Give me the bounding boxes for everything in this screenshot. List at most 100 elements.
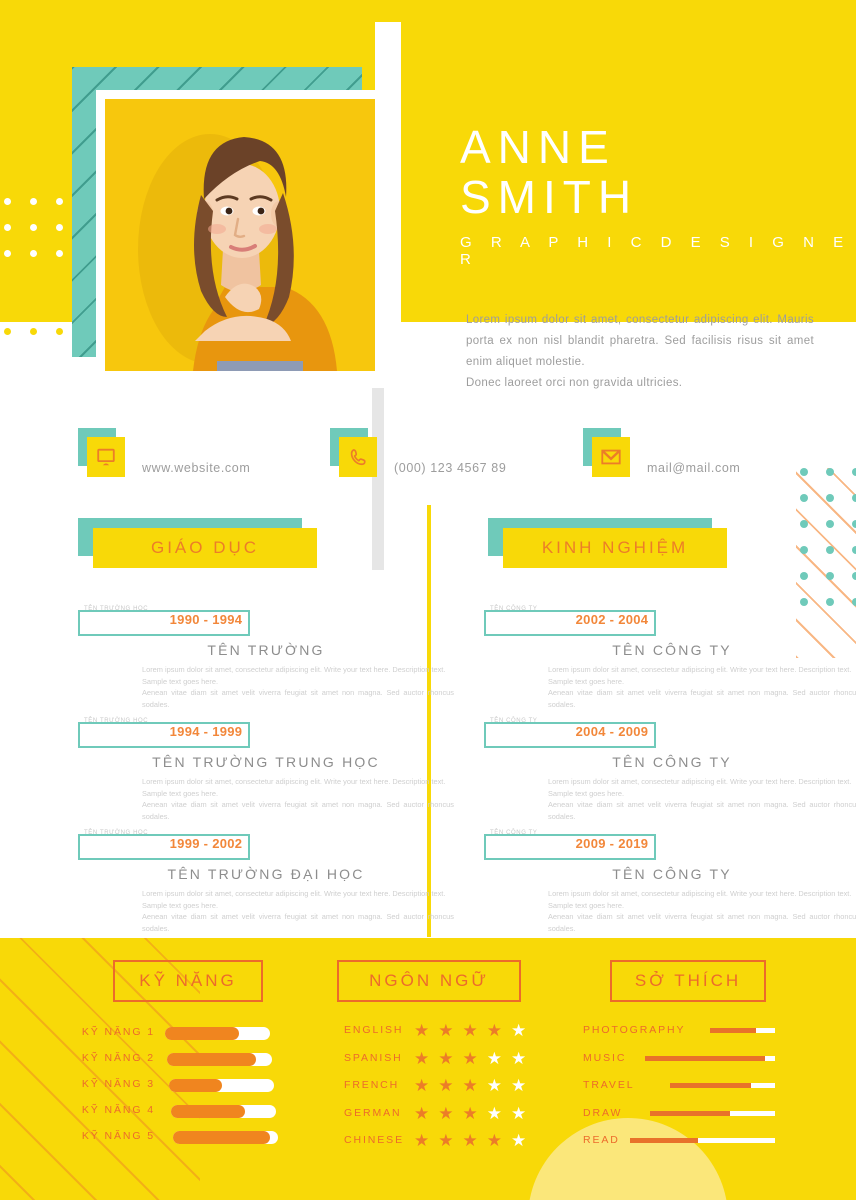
skill-label: KỸ NĂNG 2	[81, 1052, 155, 1064]
right-teal-dot-grid-decor	[800, 468, 856, 648]
hobby-progress-line	[710, 1028, 775, 1033]
star-icon: ★	[438, 1131, 454, 1150]
language-star-rating: ★ ★ ★ ★ ★	[414, 1077, 526, 1094]
last-name: SMITH	[460, 171, 639, 223]
contact-label-email: mail@mail.com	[647, 461, 741, 475]
experience-body-1: Lorem ipsum dolor sit amet, consectetur …	[548, 777, 852, 798]
hobbies-heading-text: SỞ THÍCH	[634, 971, 742, 990]
contact-row: www.website.com (000) 123 4567 89 mail@m…	[0, 428, 856, 492]
experience-body-2: Aenean vitae diam sit amet velit viverra…	[548, 912, 856, 933]
experience-title: TÊN CÔNG TY	[612, 754, 732, 770]
left-dot-grid-decor	[4, 198, 64, 358]
experience-date: 2002 - 2004	[575, 612, 649, 627]
education-body-1: Lorem ipsum dolor sit amet, consectetur …	[142, 889, 446, 910]
education-body: Lorem ipsum dolor sit amet, consectetur …	[142, 776, 454, 822]
star-icon: ★	[414, 1103, 430, 1123]
star-icon: ★	[462, 1103, 478, 1123]
monitor-icon	[97, 448, 115, 466]
star-icon: ★	[438, 1103, 454, 1123]
star-icon: ★	[462, 1021, 478, 1040]
star-icon: ★	[486, 1131, 502, 1150]
language-star-rating: ★ ★ ★ ★ ★	[414, 1105, 526, 1122]
experience-body-2: Aenean vitae diam sit amet velit viverra…	[548, 688, 856, 709]
star-icon: ★	[486, 1021, 502, 1040]
language-label: ENGLISH	[344, 1024, 404, 1036]
contact-label-website: www.website.com	[142, 461, 251, 475]
star-icon: ★	[511, 1048, 527, 1068]
skill-progress-fill	[171, 1105, 245, 1118]
skill-progress-bar	[167, 1053, 272, 1066]
star-icon: ★	[486, 1048, 502, 1068]
languages-heading: NGÔN NGỮ	[337, 960, 521, 1002]
experience-date: 2004 - 2009	[575, 724, 649, 739]
experience-body-1: Lorem ipsum dolor sit amet, consectetur …	[548, 889, 852, 910]
education-body-2: Aenean vitae diam sit amet velit viverra…	[142, 800, 454, 821]
hobby-progress-fill	[710, 1028, 756, 1033]
hobby-label: READ	[583, 1134, 620, 1146]
education-heading-text: GIÁO DỤC	[150, 538, 260, 557]
education-body-2: Aenean vitae diam sit amet velit viverra…	[142, 688, 454, 709]
star-icon: ★	[414, 1076, 430, 1095]
hobby-label: MUSIC	[583, 1051, 627, 1064]
hobby-label: DRAW	[583, 1106, 623, 1119]
phone-icon	[350, 449, 366, 466]
profile-photo-illustration	[105, 99, 375, 371]
hobby-progress-line	[670, 1083, 775, 1088]
experience-title: TÊN CÔNG TY	[612, 642, 732, 658]
hobby-progress-fill	[630, 1138, 699, 1143]
contact-label-phone: (000) 123 4567 89	[394, 461, 507, 475]
education-body: Lorem ipsum dolor sit amet, consectetur …	[142, 664, 454, 710]
hobby-progress-fill	[650, 1110, 730, 1116]
skill-label: KỸ NĂNG 3	[81, 1078, 155, 1090]
skill-progress-fill	[169, 1079, 222, 1092]
education-body-1: Lorem ipsum dolor sit amet, consectetur …	[142, 777, 446, 798]
experience-title: TÊN CÔNG TY	[612, 866, 732, 882]
experience-heading-text: KINH NGHIỆM	[541, 538, 689, 557]
skill-label: KỸ NĂNG 1	[81, 1026, 155, 1038]
first-name: ANNE	[460, 121, 616, 173]
language-star-rating: ★ ★ ★ ★ ★	[414, 1050, 526, 1067]
education-title: TÊN TRƯỜNG ĐẠI HỌC	[167, 866, 365, 882]
skills-heading-text: KỸ NĂNG	[139, 971, 237, 990]
envelope-icon	[601, 449, 621, 465]
star-icon: ★	[438, 1076, 454, 1095]
star-icon: ★	[511, 1131, 527, 1150]
name-block: ANNE SMITH G R A P H I C D E S I G N E R	[460, 122, 856, 268]
hobby-progress-fill	[670, 1083, 751, 1088]
language-star-rating: ★ ★ ★ ★ ★	[414, 1022, 526, 1039]
star-icon: ★	[462, 1048, 478, 1068]
education-body-1: Lorem ipsum dolor sit amet, consectetur …	[142, 665, 446, 686]
skill-label: KỸ NĂNG 4	[81, 1104, 155, 1116]
hobby-label: PHOTOGRAPHY	[583, 1024, 686, 1036]
skill-progress-fill	[173, 1131, 270, 1144]
experience-body-2: Aenean vitae diam sit amet velit viverra…	[548, 800, 856, 821]
star-icon: ★	[438, 1021, 454, 1040]
experience-body: Lorem ipsum dolor sit amet, consectetur …	[548, 664, 856, 710]
star-icon: ★	[462, 1131, 478, 1150]
skill-progress-fill	[165, 1027, 239, 1040]
skill-progress-fill	[167, 1053, 257, 1066]
hobby-progress-line	[645, 1055, 775, 1061]
education-date: 1990 - 1994	[169, 612, 243, 627]
education-body: Lorem ipsum dolor sit amet, consectetur …	[142, 888, 454, 934]
experience-body: Lorem ipsum dolor sit amet, consectetur …	[548, 888, 856, 934]
star-icon: ★	[511, 1076, 527, 1095]
language-label: SPANISH	[344, 1051, 403, 1064]
bio-paragraph-1: Lorem ipsum dolor sit amet, consectetur …	[466, 314, 814, 368]
skills-heading: KỸ NĂNG	[113, 960, 263, 1002]
skill-progress-bar	[173, 1131, 278, 1144]
bio-text: Lorem ipsum dolor sit amet, consectetur …	[466, 310, 814, 394]
star-icon: ★	[438, 1048, 454, 1068]
hobbies-heading: SỞ THÍCH	[610, 960, 766, 1002]
language-label: GERMAN	[344, 1106, 402, 1119]
resume-page: ANNE SMITH G R A P H I C D E S I G N E R…	[0, 0, 856, 1200]
star-icon: ★	[414, 1131, 430, 1150]
hobby-progress-line	[650, 1110, 775, 1116]
education-title: TÊN TRƯỜNG TRUNG HỌC	[152, 754, 380, 770]
hobby-progress-line	[630, 1138, 775, 1143]
star-icon: ★	[511, 1021, 527, 1040]
star-icon: ★	[414, 1021, 430, 1040]
experience-body-1: Lorem ipsum dolor sit amet, consectetur …	[548, 665, 852, 686]
star-icon: ★	[486, 1076, 502, 1095]
skill-progress-bar	[169, 1079, 274, 1092]
